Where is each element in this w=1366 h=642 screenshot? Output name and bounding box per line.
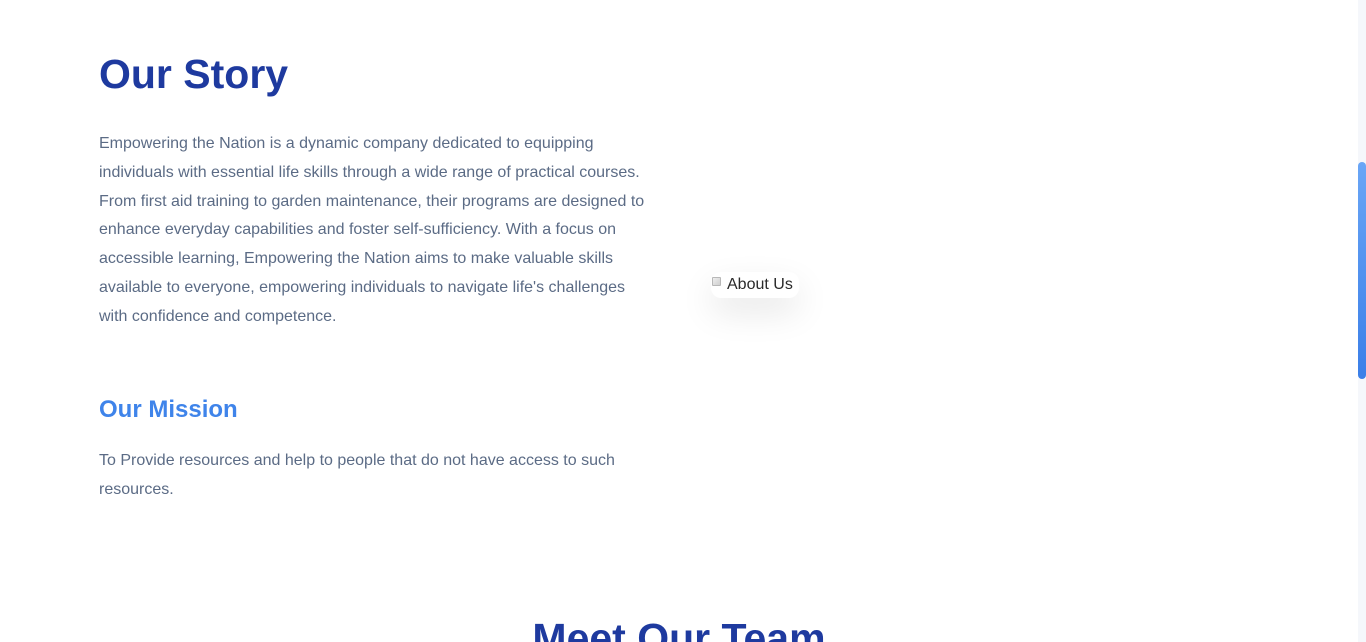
mission-title: Our Mission	[99, 396, 238, 423]
story-paragraph: Empowering the Nation is a dynamic compa…	[99, 135, 645, 325]
mission-paragraph: To Provide resources and help to people …	[99, 452, 615, 498]
about-us-image-alt-text: About Us	[727, 276, 793, 293]
team-title: Meet Our Team	[532, 615, 826, 642]
vertical-scrollbar[interactable]	[1358, 0, 1366, 642]
about-page: Our Story Empowering the Nation is a dyn…	[0, 0, 1366, 642]
about-us-image: About Us	[711, 272, 799, 298]
story-title: Our Story	[99, 51, 289, 97]
broken-image-icon	[712, 276, 721, 286]
scrollbar-thumb[interactable]	[1358, 162, 1366, 379]
